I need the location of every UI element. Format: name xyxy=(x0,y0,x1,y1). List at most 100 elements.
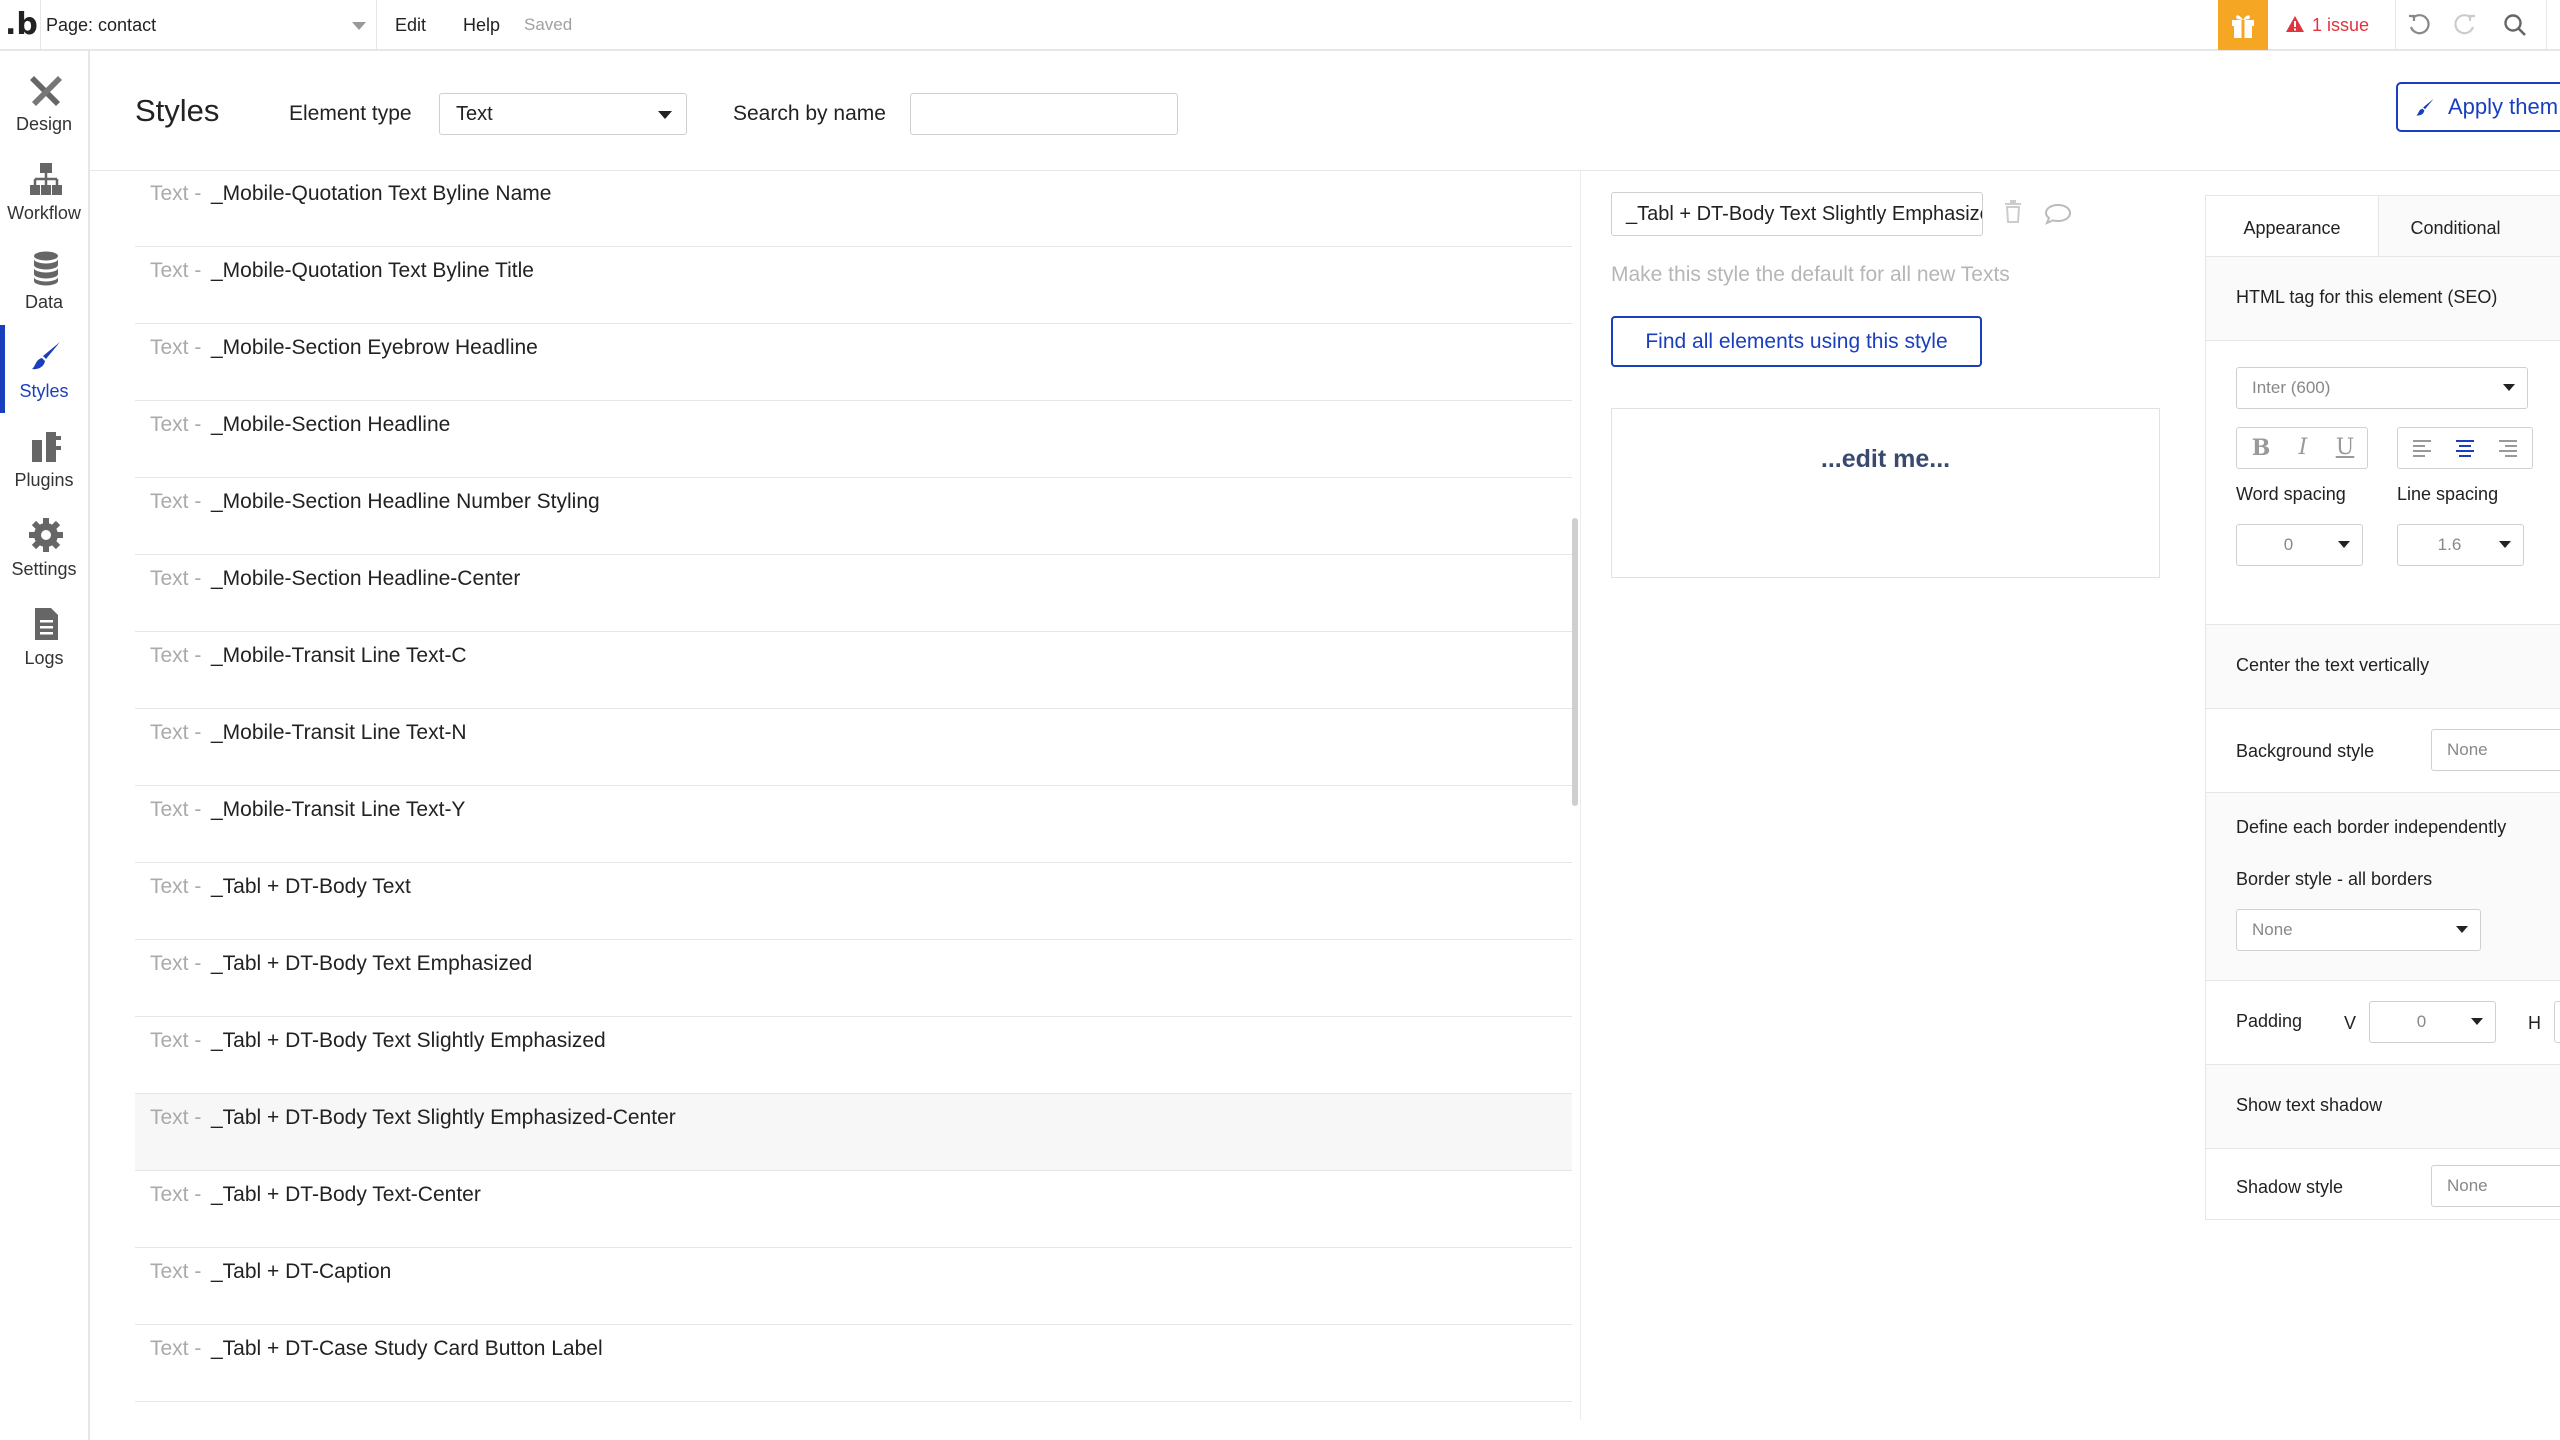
shadow-style-value: None xyxy=(2447,1176,2488,1195)
list-item[interactable]: Text - _Mobile-Quotation Text Byline Name xyxy=(135,170,1572,247)
padding-section: Padding V 0 H xyxy=(2206,981,2560,1065)
style-name: _Tabl + DT-Body Text Emphasized xyxy=(211,952,533,975)
page-selector[interactable]: Page: contact xyxy=(46,10,366,40)
style-type-prefix: Text - xyxy=(150,1337,202,1360)
sidebar-item-label: Settings xyxy=(11,559,77,579)
padding-v-dropdown[interactable]: 0 xyxy=(2369,1001,2496,1043)
sidebar-item-label: Workflow xyxy=(7,203,81,223)
list-item[interactable]: Text - _Tabl + DT-Caption xyxy=(135,1248,1572,1325)
list-item[interactable]: Text - _Mobile-Section Eyebrow Headline xyxy=(135,324,1572,401)
find-elements-button[interactable]: Find all elements using this style xyxy=(1611,316,1982,367)
border-style-value: None xyxy=(2252,920,2293,939)
list-item[interactable]: Text - _Mobile-Transit Line Text-Y xyxy=(135,786,1572,863)
bubble-logo[interactable]: .b xyxy=(5,6,38,44)
underline-button[interactable]: U xyxy=(2325,428,2365,468)
search-input[interactable] xyxy=(910,93,1178,135)
style-name: _Tabl + DT-Case Study Card Button Label xyxy=(211,1337,603,1360)
tab-conditional[interactable]: Conditional xyxy=(2378,196,2533,256)
style-name: _Tabl + DT-Body Text xyxy=(211,875,411,898)
style-type-prefix: Text - xyxy=(150,798,202,821)
style-name-input[interactable]: _Tabl + DT-Body Text Slightly Emphasized… xyxy=(1611,192,1983,236)
list-item[interactable]: Text - _Tabl + DT-Body Text Slightly Emph… xyxy=(135,1094,1572,1171)
background-style-dropdown[interactable]: None xyxy=(2431,729,2560,771)
line-spacing-dropdown[interactable]: 1.6 xyxy=(2397,524,2524,566)
element-type-dropdown[interactable]: Text xyxy=(439,93,687,135)
undo-icon[interactable] xyxy=(2406,12,2432,38)
chevron-down-icon xyxy=(352,22,366,30)
comment-icon[interactable] xyxy=(2044,203,2072,225)
chevron-down-icon xyxy=(2456,926,2468,933)
shadow-style-dropdown[interactable]: None xyxy=(2431,1165,2560,1207)
style-type-prefix: Text - xyxy=(150,567,202,590)
list-item[interactable]: Text - _Mobile-Transit Line Text-C xyxy=(135,632,1572,709)
list-item[interactable]: Text - _Mobile-Section Headline xyxy=(135,401,1572,478)
document-icon xyxy=(35,608,58,640)
style-type-prefix: Text - xyxy=(150,1183,202,1206)
word-spacing-dropdown[interactable]: 0 xyxy=(2236,524,2363,566)
style-type-prefix: Text - xyxy=(150,182,202,205)
trash-icon[interactable] xyxy=(2003,200,2023,224)
align-left-button[interactable] xyxy=(2402,428,2442,468)
center-vertical-checkbox[interactable]: Center the text vertically xyxy=(2236,655,2429,676)
list-item[interactable]: Text - _Tabl + DT-Body Text-Center xyxy=(135,1171,1572,1248)
list-item[interactable]: Text - _Tabl + DT-Body Text Emphasized xyxy=(135,940,1572,1017)
sidebar-item-design[interactable]: Design xyxy=(0,58,88,146)
list-item[interactable]: Text - _Tabl + DT-Body Text Slightly Emph… xyxy=(135,1017,1572,1094)
menu-edit[interactable]: Edit xyxy=(395,0,426,50)
align-right-icon xyxy=(2499,440,2517,457)
list-item[interactable]: Text - _Mobile-Section Headline-Center xyxy=(135,555,1572,632)
list-item[interactable]: Text - _Mobile-Quotation Text Byline Titl… xyxy=(135,247,1572,324)
background-section: Background style None xyxy=(2206,709,2560,793)
align-center-button[interactable] xyxy=(2445,428,2485,468)
padding-h-label: H xyxy=(2528,1013,2541,1033)
sidebar-item-settings[interactable]: Settings xyxy=(0,503,88,591)
sidebar-item-label: Logs xyxy=(24,648,64,668)
chevron-down-icon xyxy=(2499,541,2511,548)
gift-button[interactable] xyxy=(2218,0,2268,50)
redo-icon[interactable] xyxy=(2452,12,2478,38)
style-preview: ...edit me... xyxy=(1611,408,2160,578)
tab-appearance[interactable]: Appearance xyxy=(2206,196,2379,256)
top-bar: .b Page: contact Edit Help Saved 1 issue xyxy=(0,0,2560,51)
font-value: Inter (600) xyxy=(2252,378,2331,397)
make-default-checkbox[interactable]: Make this style the default for all new … xyxy=(1611,263,2010,287)
bold-button[interactable]: B xyxy=(2241,428,2281,468)
border-style-dropdown[interactable]: None xyxy=(2236,909,2481,951)
shadow-style-label: Shadow style xyxy=(2236,1177,2344,1197)
border-independent-checkbox[interactable]: Define each border independently xyxy=(2236,817,2506,838)
database-icon xyxy=(34,251,58,286)
style-type-prefix: Text - xyxy=(150,721,202,744)
issues-indicator[interactable]: 1 issue xyxy=(2286,0,2369,50)
element-type-label: Element type xyxy=(289,102,412,125)
apply-theme-button[interactable]: Apply them xyxy=(2396,82,2560,132)
style-name: _Mobile-Section Eyebrow Headline xyxy=(211,336,538,359)
padding-h-dropdown[interactable] xyxy=(2554,1001,2560,1043)
text-align-group xyxy=(2397,427,2533,469)
italic-button[interactable]: I xyxy=(2283,428,2323,468)
style-name: _Mobile-Section Headline xyxy=(211,413,451,436)
list-item[interactable]: Text - _Mobile-Section Headline Number St… xyxy=(135,478,1572,555)
style-type-prefix: Text - xyxy=(150,259,202,282)
align-right-button[interactable] xyxy=(2488,428,2528,468)
style-type-prefix: Text - xyxy=(150,1029,202,1052)
sidebar-item-data[interactable]: Data xyxy=(0,236,88,324)
show-text-shadow-checkbox[interactable]: Show text shadow xyxy=(2236,1095,2382,1116)
font-dropdown[interactable]: Inter (600) xyxy=(2236,367,2528,409)
style-name: _Tabl + DT-Body Text-Center xyxy=(211,1183,481,1206)
divider xyxy=(2546,0,2547,50)
list-item[interactable]: Text - _Tabl + DT-Case Study Card Button … xyxy=(135,1325,1572,1402)
list-scrollbar[interactable] xyxy=(1572,518,1578,806)
sidebar-item-plugins[interactable]: Plugins xyxy=(0,414,88,502)
sidebar-item-workflow[interactable]: Workflow xyxy=(0,147,88,235)
save-status: Saved xyxy=(524,15,573,34)
list-item[interactable]: Text - _Mobile-Transit Line Text-N xyxy=(135,709,1572,786)
list-item[interactable]: Text - _Tabl + DT-Body Text xyxy=(135,863,1572,940)
search-icon[interactable] xyxy=(2502,12,2528,38)
sidebar-item-styles[interactable]: Styles xyxy=(0,325,88,413)
style-name: _Tabl + DT-Body Text Slightly Emphasized xyxy=(211,1029,606,1052)
sidebar-item-logs[interactable]: Logs xyxy=(0,592,88,680)
gift-icon xyxy=(2232,15,2254,38)
menu-help[interactable]: Help xyxy=(463,0,500,50)
style-type-prefix: Text - xyxy=(150,490,202,513)
divider xyxy=(1580,170,1581,1420)
